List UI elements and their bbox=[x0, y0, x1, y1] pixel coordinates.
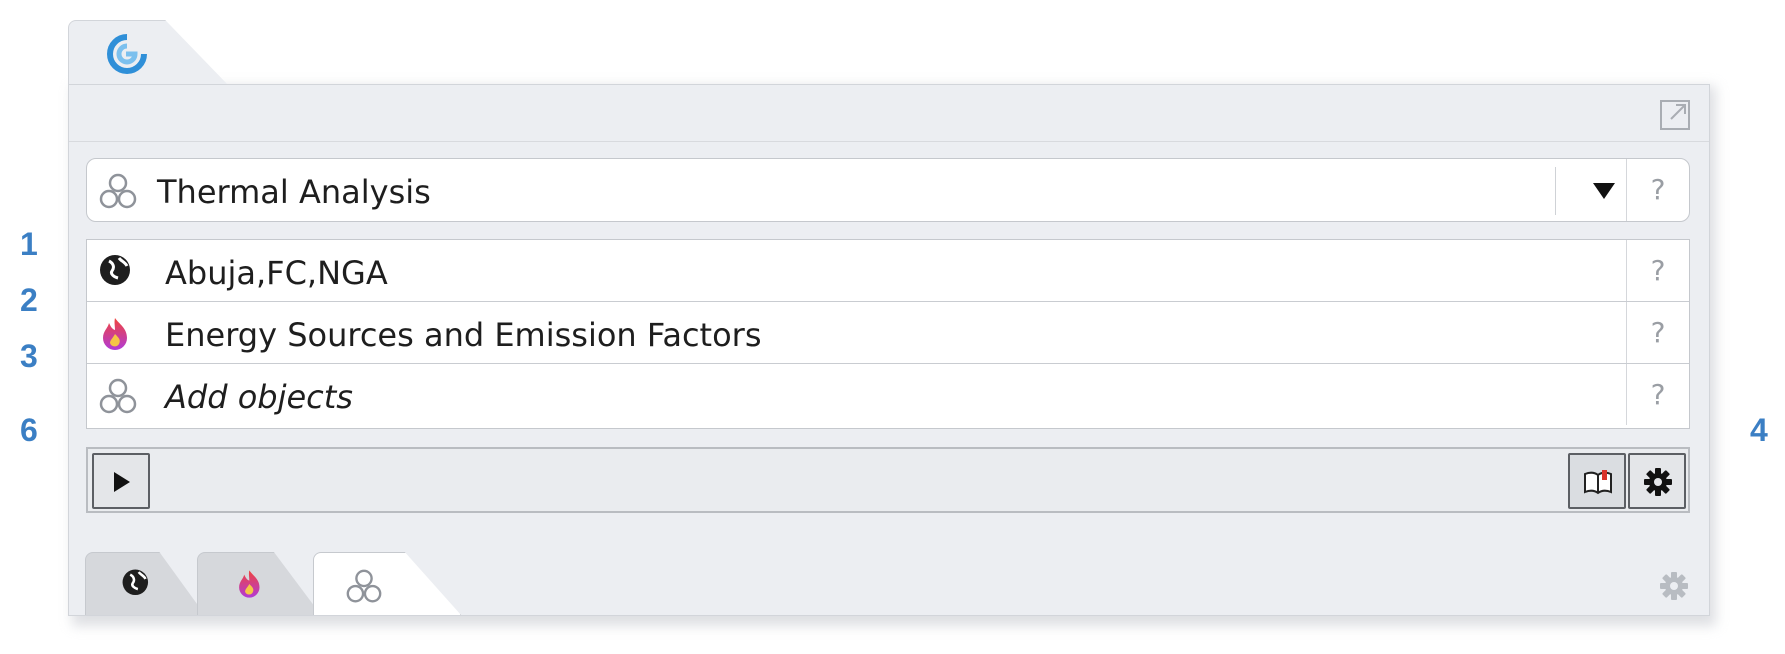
list-item-add-objects[interactable]: Add objects ? bbox=[87, 364, 1689, 426]
objects-icon bbox=[99, 378, 137, 414]
add-objects-label: Add objects bbox=[165, 378, 353, 416]
play-button[interactable] bbox=[92, 453, 150, 509]
chevron-down-icon[interactable] bbox=[1593, 183, 1615, 199]
gear-icon bbox=[1644, 468, 1672, 496]
tab-energy-sources[interactable] bbox=[197, 552, 321, 615]
location-label: Abuja,FC,NGA bbox=[165, 254, 388, 292]
help-button-selector[interactable]: ? bbox=[1626, 159, 1689, 221]
analysis-selector[interactable]: Thermal Analysis ? bbox=[86, 158, 1690, 222]
header-tab[interactable] bbox=[68, 20, 230, 87]
annotation-3: 3 bbox=[20, 338, 38, 374]
grasshopper-g-logo-icon bbox=[107, 34, 147, 74]
energy-sources-label: Energy Sources and Emission Factors bbox=[165, 316, 762, 354]
annotation-4: 4 bbox=[1750, 412, 1768, 448]
book-icon bbox=[1584, 470, 1612, 495]
globe-icon bbox=[100, 255, 130, 285]
objects-icon bbox=[99, 173, 137, 209]
tab-location[interactable] bbox=[85, 552, 205, 615]
list-item-energy-sources[interactable]: Energy Sources and Emission Factors ? bbox=[87, 302, 1689, 364]
help-button-add-objects[interactable]: ? bbox=[1626, 364, 1689, 425]
globe-icon bbox=[122, 569, 149, 596]
book-button[interactable] bbox=[1568, 453, 1626, 509]
main-panel: Thermal Analysis ? Abuja,FC,NGA ? Energy… bbox=[68, 84, 1710, 616]
input-list: Abuja,FC,NGA ? Energy Sources and Emissi… bbox=[86, 239, 1690, 429]
annotation-1: 1 bbox=[20, 226, 38, 262]
popout-icon[interactable] bbox=[1659, 99, 1691, 131]
help-button-location[interactable]: ? bbox=[1626, 240, 1689, 301]
objects-icon bbox=[346, 569, 382, 603]
annotation-6: 6 bbox=[20, 412, 38, 448]
help-button-energy-sources[interactable]: ? bbox=[1626, 302, 1689, 363]
action-toolbar bbox=[86, 447, 1690, 513]
flame-icon bbox=[103, 318, 127, 350]
panel-settings-icon[interactable] bbox=[1659, 571, 1689, 601]
dropdown-divider bbox=[1555, 167, 1556, 215]
analysis-title: Thermal Analysis bbox=[157, 173, 431, 211]
list-item-location[interactable]: Abuja,FC,NGA ? bbox=[87, 240, 1689, 302]
annotation-2: 2 bbox=[20, 282, 38, 318]
flame-icon bbox=[239, 570, 260, 598]
settings-button[interactable] bbox=[1628, 453, 1686, 509]
tab-objects[interactable] bbox=[313, 552, 461, 615]
header-divider bbox=[69, 141, 1709, 142]
